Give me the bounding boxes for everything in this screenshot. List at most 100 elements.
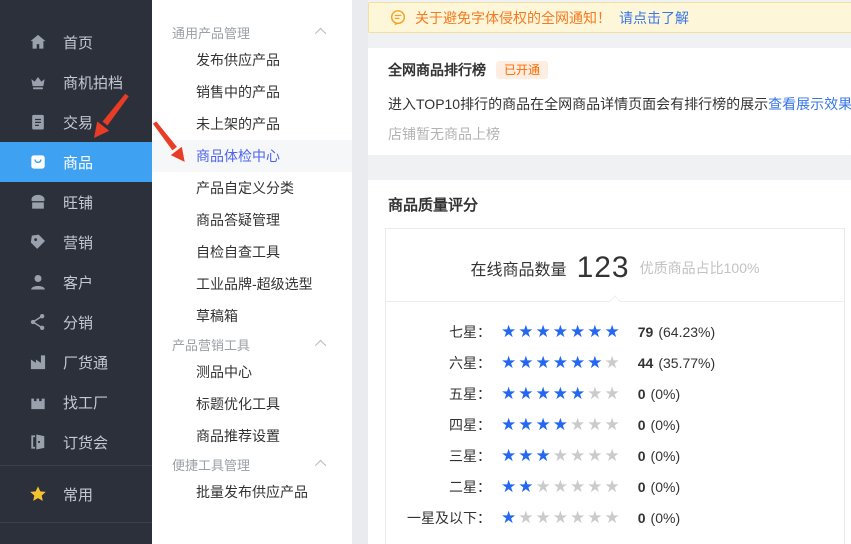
submenu-item[interactable]: 产品自定义分类	[152, 172, 352, 204]
submenu-item[interactable]: 发布供应产品	[152, 44, 352, 76]
submenu-groups: 通用产品管理 发布供应产品 销售中的产品 未上架的产品 商品体检中心 产品自定义…	[152, 20, 352, 508]
sidebar-item-biz-partner[interactable]: 商机拍档	[0, 62, 152, 102]
star-empty-icon: ★	[605, 384, 622, 403]
sidebar-item-customer[interactable]: 客户	[0, 262, 152, 302]
star-empty-icon: ★	[570, 415, 587, 434]
sidebar-item-label: 旺铺	[63, 192, 93, 213]
star-row-percent: (0%)	[651, 510, 681, 526]
submenu-group-items: 发布供应产品 销售中的产品 未上架的产品 商品体检中心 产品自定义分类 商品答疑…	[152, 44, 352, 332]
star-filled-icon: ★	[605, 322, 622, 341]
sidebar-item-goods[interactable]: 商品	[0, 142, 152, 182]
submenu-item[interactable]: 商品体检中心	[152, 140, 352, 172]
sidebar-item-home[interactable]: 首页	[0, 22, 152, 62]
star-filled-icon: ★	[536, 415, 553, 434]
sidebar-divider	[0, 522, 152, 523]
submenu-item[interactable]: 标题优化工具	[152, 388, 352, 420]
star-filled-icon: ★	[501, 384, 518, 403]
chevron-up-icon[interactable]	[315, 28, 326, 39]
secondary-sidebar: 通用产品管理 发布供应产品 销售中的产品 未上架的产品 商品体检中心 产品自定义…	[152, 0, 352, 544]
submenu-item[interactable]: 未上架的产品	[152, 108, 352, 140]
shopping-bag-icon	[28, 152, 48, 172]
star-row-count: 0	[638, 448, 646, 464]
submenu-group-header[interactable]: 通用产品管理	[152, 20, 352, 44]
submenu-group-header[interactable]: 便捷工具管理	[152, 452, 352, 476]
door-icon	[28, 432, 48, 452]
star-empty-icon: ★	[605, 508, 622, 527]
star-empty-icon: ★	[605, 446, 622, 465]
ranking-preview-link[interactable]: 查看展示效果	[768, 94, 851, 114]
submenu-item[interactable]: 商品推荐设置	[152, 420, 352, 452]
star-row-count: 79	[638, 324, 654, 340]
star-filled-icon: ★	[570, 322, 587, 341]
quality-star-row: 七星： ★★★★★★★ 79 (64.23%)	[386, 316, 844, 347]
chevron-up-icon[interactable]	[315, 340, 326, 351]
submenu-item-label: 产品自定义分类	[196, 178, 294, 198]
notice-link[interactable]: 请点击了解	[619, 8, 689, 28]
star-filled-icon: ★	[501, 415, 518, 434]
star-row-label: 四星：	[386, 415, 491, 435]
sidebar-item-label: 交易	[63, 112, 93, 133]
main-content: 关于避免字体侵权的全网通知！ 请点击了解 全网商品排行榜 已开通 进入TOP10…	[368, 0, 851, 544]
submenu-item[interactable]: 销售中的产品	[152, 76, 352, 108]
sidebar-item-label: 客户	[63, 272, 93, 293]
star-empty-icon: ★	[587, 446, 604, 465]
chevron-up-icon[interactable]	[315, 460, 326, 471]
star-empty-icon: ★	[536, 477, 553, 496]
star-filled-icon: ★	[570, 384, 587, 403]
submenu-group: 便捷工具管理 批量发布供应产品	[152, 452, 352, 508]
submenu-item[interactable]: 批量发布供应产品	[152, 476, 352, 508]
notice-bar: 关于避免字体侵权的全网通知！ 请点击了解	[368, 2, 851, 33]
sidebar-item-order-fair[interactable]: 订货会	[0, 422, 152, 462]
submenu-group: 通用产品管理 发布供应产品 销售中的产品 未上架的产品 商品体检中心 产品自定义…	[152, 20, 352, 332]
submenu-item-label: 测品中心	[196, 362, 252, 382]
ranking-panel: 全网商品排行榜 已开通 进入TOP10排行的商品在全网商品详情页面会有排行榜的展…	[368, 48, 851, 155]
star-row-label: 七星：	[386, 322, 491, 342]
star-row-label: 一星及以下：	[386, 508, 491, 528]
quality-star-row: 五星： ★★★★★★★ 0 (0%)	[386, 378, 844, 409]
submenu-item[interactable]: 草稿箱	[152, 300, 352, 332]
star-row-count: 0	[638, 417, 646, 433]
submenu-item[interactable]: 商品答疑管理	[152, 204, 352, 236]
share-icon	[28, 312, 48, 332]
sidebar-item-favorites[interactable]: 常用	[0, 469, 152, 519]
star-filled-icon: ★	[570, 353, 587, 372]
submenu-group-items: 批量发布供应产品	[152, 476, 352, 508]
sidebar-item-shop[interactable]: 旺铺	[0, 182, 152, 222]
sidebar-item-find-factory[interactable]: 找工厂	[0, 382, 152, 422]
storefront-icon	[28, 192, 48, 212]
sidebar-pinned: 常用	[0, 469, 152, 519]
online-count-label: 在线商品数量	[471, 256, 567, 280]
sidebar-item-marketing[interactable]: 营销	[0, 222, 152, 262]
star-row-percent: (0%)	[651, 448, 681, 464]
star-empty-icon: ★	[605, 477, 622, 496]
submenu-item-label: 草稿箱	[196, 306, 238, 326]
plant-icon	[28, 392, 48, 412]
sidebar-item-label: 首页	[63, 32, 93, 53]
star-empty-icon: ★	[570, 508, 587, 527]
star-row-count: 0	[638, 510, 646, 526]
submenu-item[interactable]: 工业品牌-超级选型	[152, 268, 352, 300]
factory-icon	[28, 352, 48, 372]
submenu-item-label: 商品答疑管理	[196, 210, 280, 230]
online-count-value: 123	[577, 251, 630, 285]
sidebar-item-trade[interactable]: 交易	[0, 102, 152, 142]
star-empty-icon: ★	[536, 508, 553, 527]
submenu-group-title: 产品营销工具	[172, 335, 250, 354]
submenu-item-label: 发布供应产品	[196, 50, 280, 70]
submenu-group-header[interactable]: 产品营销工具	[152, 332, 352, 356]
sidebar-item-label: 找工厂	[63, 392, 108, 413]
sidebar-item-factory-supply[interactable]: 厂货通	[0, 342, 152, 382]
submenu-item[interactable]: 测品中心	[152, 356, 352, 388]
sidebar-item-label: 营销	[63, 232, 93, 253]
star-row-count: 0	[638, 386, 646, 402]
star-rating: ★★★★★★★	[501, 385, 622, 402]
star-filled-icon: ★	[501, 508, 518, 527]
star-filled-icon: ★	[536, 353, 553, 372]
star-row-percent: (0%)	[651, 417, 681, 433]
submenu-item-label: 商品推荐设置	[196, 426, 280, 446]
quality-section-title: 商品质量评分	[388, 194, 851, 212]
star-row-label: 三星：	[386, 446, 491, 466]
ranking-title: 全网商品排行榜	[388, 60, 486, 80]
submenu-item[interactable]: 自检自查工具	[152, 236, 352, 268]
sidebar-item-distribution[interactable]: 分销	[0, 302, 152, 342]
